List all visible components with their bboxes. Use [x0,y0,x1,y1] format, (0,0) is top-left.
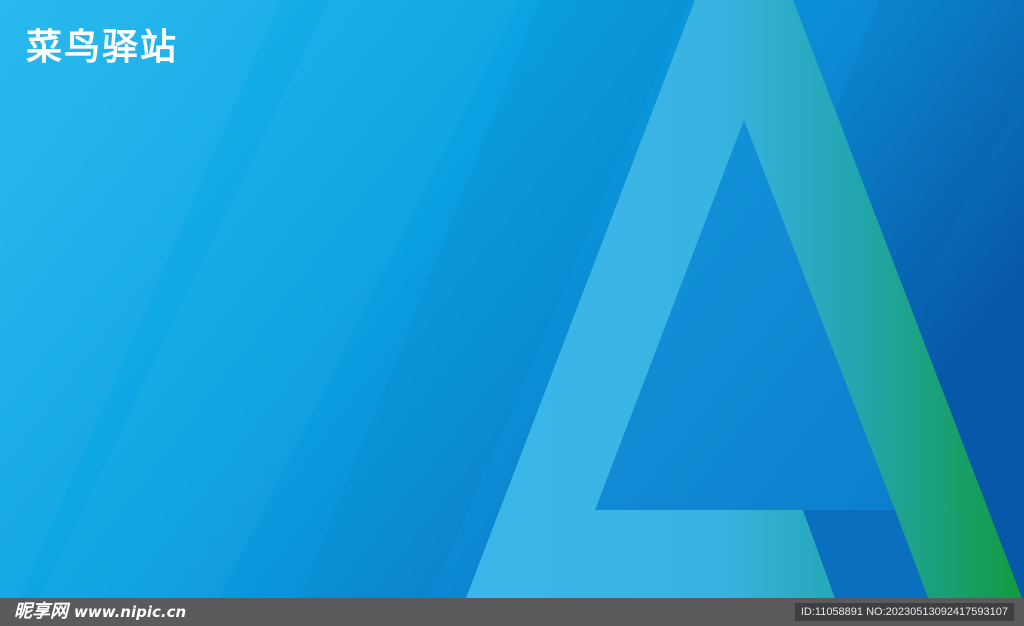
watermark-footer-bar: 昵享网 www.nipic.cn ID:11058891 NO:202305130… [0,598,1024,626]
watermark-site-url: www.nipic.cn [74,603,187,621]
watermark-logo: 昵享网 www.nipic.cn [14,598,186,626]
background-graphic [0,0,1024,598]
banner-canvas: 菜鸟驿站 昵享网 www.nipic.cn ID:11058891 NO:2023… [0,0,1024,626]
watermark-id-label: ID:11058891 NO:20230513092417593107 [794,603,1014,621]
watermark-logo-text: 昵享网 [14,601,68,622]
brand-title: 菜鸟驿站 [26,27,179,68]
